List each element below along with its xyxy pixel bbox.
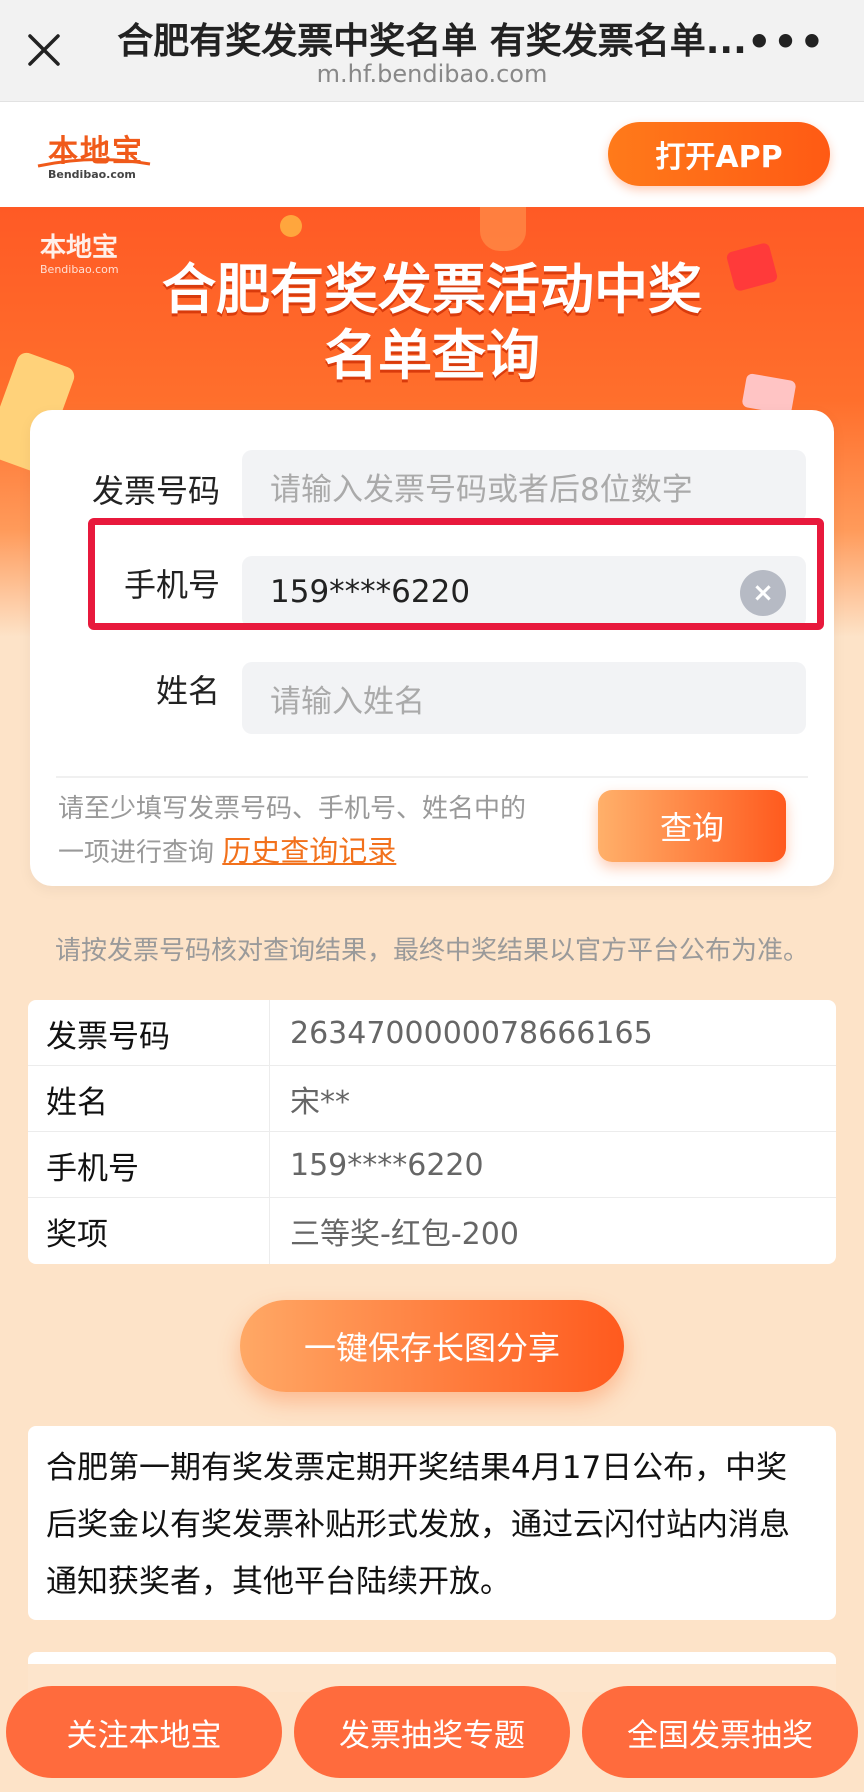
result-label: 发票号码: [28, 1000, 270, 1066]
result-label: 奖项: [28, 1198, 270, 1264]
name-label: 姓名: [155, 672, 220, 710]
announcement-line3: 通知获奖者，其他平台陆续开放。: [46, 1564, 511, 1600]
result-notice: 请按发票号码核对查询结果，最终中奖结果以官方平台公布为准。: [54, 936, 809, 966]
page-title: 合肥有奖发票中奖名单 有奖发票名单...: [117, 21, 747, 62]
result-value: 三等奖-红包-200: [290, 1217, 519, 1252]
result-value: 2634700000078666165: [290, 1015, 653, 1051]
name-input[interactable]: 请输入姓名: [242, 662, 806, 734]
hint-line2-text: 一项进行查询: [58, 838, 215, 868]
phone-input-value: 159****6220: [270, 574, 471, 610]
follow-button[interactable]: 关注本地宝: [6, 1686, 282, 1778]
form-divider: [56, 776, 808, 778]
result-value: 宋**: [290, 1085, 350, 1120]
save-share-button[interactable]: 一键保存长图分享: [240, 1300, 624, 1392]
history-link[interactable]: 历史查询记录: [222, 834, 396, 868]
query-form-card: 发票号码 请输入发票号码或者后8位数字 手机号 159****6220 × 姓名…: [30, 410, 834, 886]
ribbon-decoration: [480, 207, 526, 251]
close-icon[interactable]: [22, 28, 66, 72]
hero-title-line2: 名单查询: [324, 324, 540, 387]
form-hint: 请至少填写发票号码、手机号、姓名中的 一项进行查询 历史查询记录: [58, 788, 578, 874]
open-app-button[interactable]: 打开APP: [608, 122, 830, 186]
hint-line2: 一项进行查询 历史查询记录: [58, 830, 578, 874]
browser-topbar: 合肥有奖发票中奖名单 有奖发票名单... m.hf.bendibao.com •…: [0, 0, 864, 102]
table-row: 姓名 宋**: [28, 1066, 836, 1132]
site-header: 本地宝 Bendibao.com 打开APP: [0, 102, 864, 207]
announcement-line1: 合肥第一期有奖发票定期开奖结果4月17日公布，中奖: [46, 1450, 788, 1486]
table-row: 发票号码 2634700000078666165: [28, 1000, 836, 1066]
clear-icon[interactable]: ×: [740, 570, 786, 616]
announcement-box: 合肥第一期有奖发票定期开奖结果4月17日公布，中奖 后奖金以有奖发票补贴形式发放…: [28, 1426, 836, 1620]
phone-label: 手机号: [123, 566, 220, 604]
hint-line1: 请至少填写发票号码、手机号、姓名中的: [58, 794, 527, 824]
coin-decoration: [280, 215, 302, 237]
query-button[interactable]: 查询: [598, 790, 786, 862]
result-label: 手机号: [28, 1132, 270, 1198]
page-url: m.hf.bendibao.com: [316, 60, 548, 88]
table-row: 奖项 三等奖-红包-200: [28, 1198, 836, 1264]
invoice-label: 发票号码: [91, 472, 220, 510]
phone-input[interactable]: 159****6220 ×: [242, 556, 806, 628]
table-row: 手机号 159****6220: [28, 1132, 836, 1198]
bendibao-logo[interactable]: 本地宝 Bendibao.com: [34, 124, 154, 184]
invoice-input[interactable]: 请输入发票号码或者后8位数字: [242, 450, 806, 522]
more-menu-icon[interactable]: •••: [747, 20, 826, 64]
result-label: 姓名: [28, 1066, 270, 1132]
hero-title: 合肥有奖发票活动中奖 名单查询: [0, 257, 864, 389]
national-lottery-button[interactable]: 全国发票抽奖: [582, 1686, 858, 1778]
result-table: 发票号码 2634700000078666165 姓名 宋** 手机号 159*…: [28, 1000, 836, 1264]
hero-title-line1: 合肥有奖发票活动中奖: [162, 258, 702, 321]
logo-text-en: Bendibao.com: [48, 168, 136, 181]
bottom-bar: 关注本地宝 发票抽奖专题 全国发票抽奖: [0, 1664, 864, 1792]
topic-button[interactable]: 发票抽奖专题: [294, 1686, 570, 1778]
announcement-line2: 后奖金以有奖发票补贴形式发放，通过云闪付站内消息: [46, 1507, 790, 1543]
result-value: 159****6220: [290, 1147, 484, 1183]
